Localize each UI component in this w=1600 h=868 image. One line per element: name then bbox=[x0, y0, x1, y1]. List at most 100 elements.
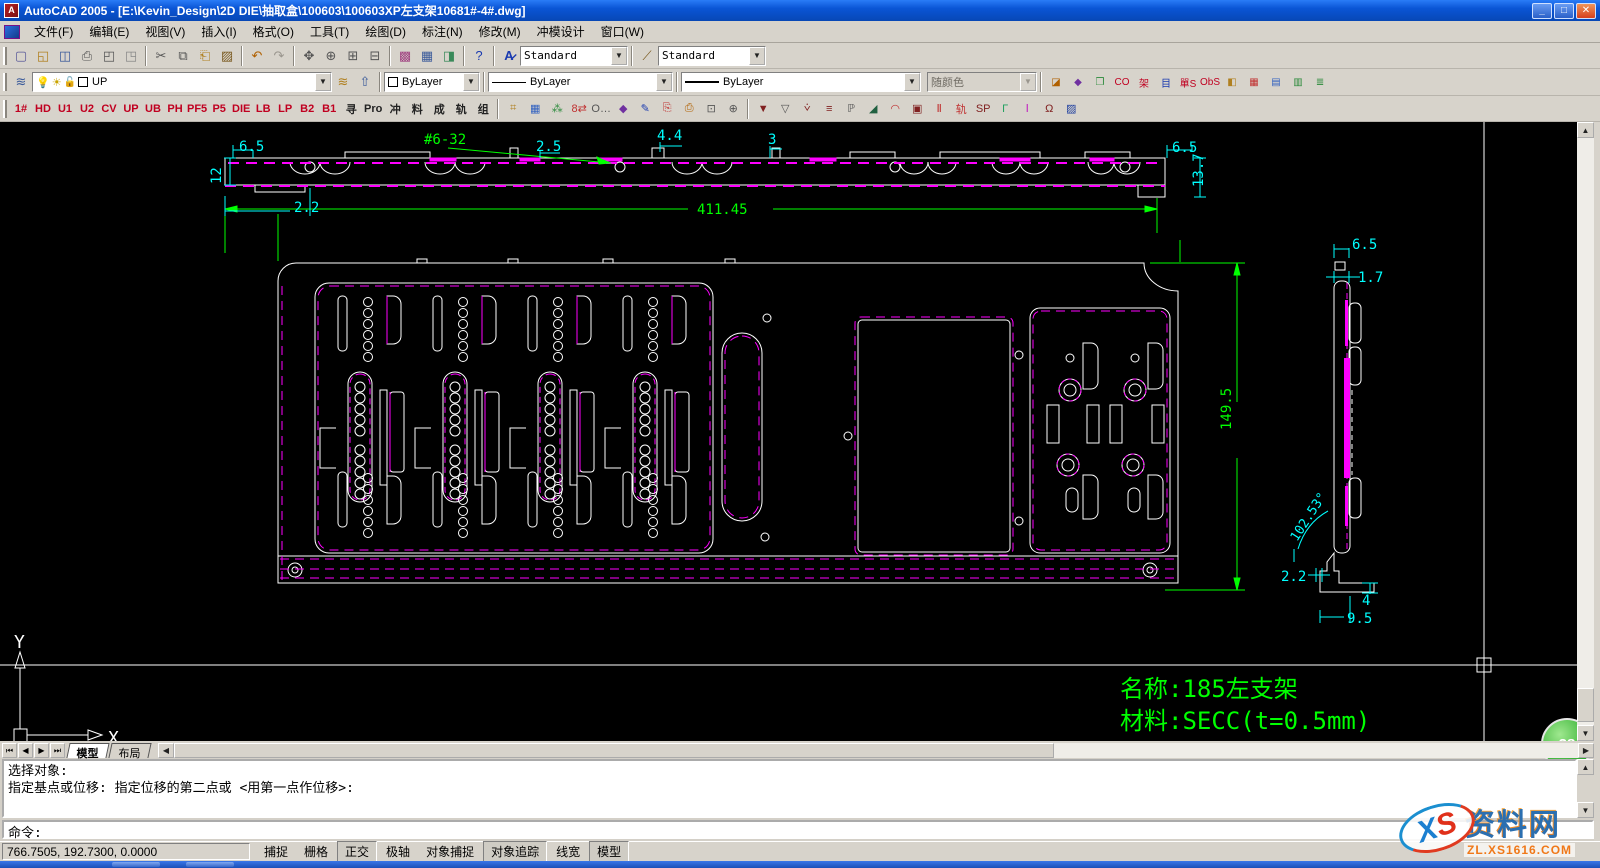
taskbar-item[interactable] bbox=[112, 862, 160, 867]
menu-item-2[interactable]: 编辑(E) bbox=[81, 20, 137, 43]
color-combo[interactable]: ByLayer ▼ bbox=[384, 72, 480, 92]
chevron-down-icon[interactable]: ▼ bbox=[611, 47, 627, 65]
menu-item-4[interactable]: 插入(I) bbox=[193, 20, 244, 43]
menu-item-5[interactable]: 格式(O) bbox=[245, 20, 302, 43]
die-layer-button-DIE[interactable]: DIE bbox=[230, 98, 252, 120]
layer-previous-icon[interactable]: ⇧ bbox=[354, 71, 376, 93]
windows-taskbar[interactable] bbox=[0, 861, 1600, 868]
tab-nav-1[interactable]: ⏮ bbox=[2, 743, 17, 758]
die-layer-button-HD[interactable]: HD bbox=[32, 98, 54, 120]
die-punch-1-icon[interactable]: ▼ bbox=[752, 98, 774, 120]
die-punch-2-icon[interactable]: ▽ bbox=[774, 98, 796, 120]
dim-style-combo[interactable]: Standard ▼ bbox=[658, 46, 766, 66]
chevron-down-icon[interactable]: ▼ bbox=[749, 47, 765, 65]
chevron-down-icon[interactable]: ▼ bbox=[463, 73, 479, 91]
menu-item-8[interactable]: 标注(N) bbox=[414, 20, 471, 43]
die-circ-plus-icon[interactable]: ⊕ bbox=[722, 98, 744, 120]
die-punch-14-icon[interactable]: Ω bbox=[1038, 98, 1060, 120]
scroll-right-icon[interactable]: ▶ bbox=[1578, 743, 1594, 758]
layer-stack-icon[interactable]: ❒ bbox=[1089, 71, 1111, 93]
die-punch-11-icon[interactable]: SP bbox=[972, 98, 994, 120]
die-pencil-a-icon[interactable]: ✎ bbox=[634, 98, 656, 120]
menu-item-9[interactable]: 修改(M) bbox=[471, 20, 529, 43]
die-punch-13-icon[interactable]: Ⅰ bbox=[1016, 98, 1038, 120]
die-layer-button-U2[interactable]: U2 bbox=[76, 98, 98, 120]
die-dim-table-icon[interactable]: ▦ bbox=[524, 98, 546, 120]
tool-palettes-icon[interactable]: ◨ bbox=[438, 45, 460, 67]
die-punch-6-icon[interactable]: ◢ bbox=[862, 98, 884, 120]
tab-layout[interactable]: 布局 bbox=[108, 743, 151, 758]
undo-icon[interactable]: ↶ bbox=[246, 45, 268, 67]
book-stack-icon[interactable]: ≣ bbox=[1309, 71, 1331, 93]
die-layer-button-PF5[interactable]: PF5 bbox=[186, 98, 208, 120]
die-tool-button-轨[interactable]: 轨 bbox=[450, 98, 472, 120]
toolbar-grip[interactable] bbox=[3, 47, 7, 65]
horizontal-scrollbar[interactable]: ◀ ▶ bbox=[158, 743, 1594, 758]
color-grid-icon[interactable]: ▦ bbox=[1243, 71, 1265, 93]
toolbar-grip[interactable] bbox=[3, 100, 7, 118]
properties-icon[interactable]: ▩ bbox=[394, 45, 416, 67]
text-style-combo[interactable]: Standard ▼ bbox=[520, 46, 628, 66]
status-toggle-极轴[interactable]: 极轴 bbox=[379, 842, 417, 861]
design-center-icon[interactable]: ▦ bbox=[416, 45, 438, 67]
text-style-icon[interactable]: A̷ bbox=[498, 45, 520, 67]
edit-note-icon[interactable]: ◪ bbox=[1045, 71, 1067, 93]
die-layer-button-LP[interactable]: LP bbox=[274, 98, 296, 120]
scroll-thumb[interactable] bbox=[1577, 688, 1594, 722]
obs-tool-icon[interactable]: ObS bbox=[1199, 71, 1221, 93]
drawing-canvas[interactable]: 6.5122.2#6-322.54.43411.456.513.7149.56.… bbox=[0, 122, 1577, 741]
dim-style-icon[interactable]: ⟋ bbox=[636, 45, 658, 67]
copy-icon[interactable]: ⧉ bbox=[172, 45, 194, 67]
list-blue-icon[interactable]: 目 bbox=[1155, 71, 1177, 93]
paste-icon[interactable]: ⎗ bbox=[194, 45, 216, 67]
scroll-down-icon[interactable]: ▼ bbox=[1577, 725, 1594, 741]
die-punch-8-icon[interactable]: ▣ bbox=[906, 98, 928, 120]
die-layer-button-UB[interactable]: UB bbox=[142, 98, 164, 120]
die-layer-button-CV[interactable]: CV bbox=[98, 98, 120, 120]
menu-item-3[interactable]: 视图(V) bbox=[137, 20, 193, 43]
bulb-icon[interactable]: 💡 bbox=[36, 76, 50, 89]
die-stamp-2-icon[interactable]: ⎙ bbox=[678, 98, 700, 120]
chevron-down-icon[interactable]: ▼ bbox=[315, 73, 331, 91]
menu-item-1[interactable]: 文件(F) bbox=[26, 20, 81, 43]
vertical-scrollbar[interactable]: ▲ ▼ bbox=[1577, 122, 1594, 741]
chevron-down-icon[interactable]: ▼ bbox=[904, 73, 920, 91]
zoom-window-icon[interactable]: ⊞ bbox=[342, 45, 364, 67]
die-tool-button-冲[interactable]: 冲 bbox=[384, 98, 406, 120]
die-dim-8-icon[interactable]: 8⇄ bbox=[568, 98, 590, 120]
chevron-down-icon[interactable]: ▼ bbox=[656, 73, 672, 91]
minimize-button[interactable]: _ bbox=[1532, 3, 1552, 19]
menu-item-10[interactable]: 冲模设计 bbox=[529, 20, 593, 43]
pan-icon[interactable]: ✥ bbox=[298, 45, 320, 67]
scroll-track[interactable] bbox=[1054, 743, 1578, 758]
die-layer-button-B1[interactable]: B1 bbox=[318, 98, 340, 120]
help-icon[interactable]: ? bbox=[468, 45, 490, 67]
tab-nav-4[interactable]: ⏭ bbox=[50, 743, 65, 758]
die-punch-12-icon[interactable]: Γ bbox=[994, 98, 1016, 120]
command-history[interactable]: 选择对象:指定基点或位移: 指定位移的第二点或 <用第一点作位移>: bbox=[2, 759, 1577, 818]
zoom-previous-icon[interactable]: ⊟ bbox=[364, 45, 386, 67]
die-punch-5-icon[interactable]: ℙ bbox=[840, 98, 862, 120]
cut-icon[interactable]: ✂ bbox=[150, 45, 172, 67]
taskbar-item[interactable] bbox=[186, 862, 234, 867]
die-tool-button-Pro[interactable]: Pro bbox=[362, 98, 384, 120]
make-layer-current-icon[interactable]: ≋ bbox=[332, 71, 354, 93]
die-layer-button-1#[interactable]: 1# bbox=[10, 98, 32, 120]
die-dim-ruler-icon[interactable]: ⌗ bbox=[502, 98, 524, 120]
scroll-thumb[interactable] bbox=[174, 743, 1054, 758]
dan-s-icon[interactable]: 單S bbox=[1177, 71, 1199, 93]
redo-icon[interactable]: ↷ bbox=[268, 45, 290, 67]
die-layer-button-UP[interactable]: UP bbox=[120, 98, 142, 120]
die-layer-button-P5[interactable]: P5 bbox=[208, 98, 230, 120]
status-toggle-对象捕捉[interactable]: 对象捕捉 bbox=[419, 842, 481, 861]
status-toggle-捕捉[interactable]: 捕捉 bbox=[257, 842, 295, 861]
status-toggle-线宽[interactable]: 线宽 bbox=[549, 842, 587, 861]
die-tool-button-寻[interactable]: 寻 bbox=[340, 98, 362, 120]
brush-tool-icon[interactable]: ◧ bbox=[1221, 71, 1243, 93]
save-icon[interactable]: ◫ bbox=[54, 45, 76, 67]
lineweight-combo[interactable]: ByLayer ▼ bbox=[681, 72, 921, 92]
die-purple-book-icon[interactable]: ◆ bbox=[612, 98, 634, 120]
match-properties-icon[interactable]: ▨ bbox=[216, 45, 238, 67]
tab-nav-3[interactable]: ▶ bbox=[34, 743, 49, 758]
die-layer-button-LB[interactable]: LB bbox=[252, 98, 274, 120]
